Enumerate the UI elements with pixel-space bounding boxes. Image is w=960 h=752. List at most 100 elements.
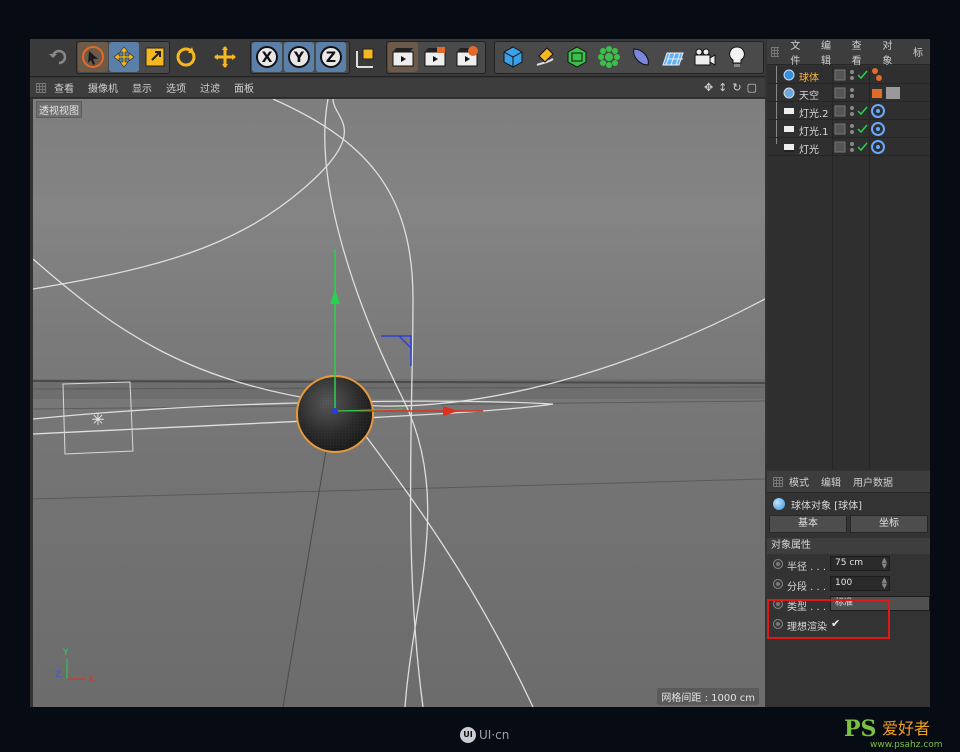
light-icon (784, 144, 794, 152)
viewport-scene: ✳ Y X Z (33, 99, 765, 707)
menu-view[interactable]: 查看 (852, 37, 869, 67)
attribute-menu: 模式 编辑 用户数据 (767, 471, 930, 493)
pen-icon[interactable] (530, 42, 560, 72)
param-label: 半径 . . . (787, 562, 827, 573)
menu-mode[interactable]: 模式 (789, 474, 809, 489)
menu-panel[interactable]: 面板 (234, 80, 254, 95)
gizmo-y-arrow[interactable] (330, 289, 340, 304)
render-settings-icon[interactable] (452, 42, 482, 72)
ps-url: www.psahz.com (870, 740, 943, 750)
param-label: 分段 . . . (787, 582, 827, 593)
y-axis-icon[interactable]: Y (284, 42, 314, 72)
orbit-icon[interactable]: ↻ (732, 81, 741, 94)
cube-icon[interactable] (498, 42, 528, 72)
menu-tags[interactable]: 标 (913, 44, 923, 59)
floor-icon[interactable] (658, 42, 688, 72)
object-name[interactable]: 球体 (799, 69, 819, 84)
render-view-icon[interactable] (388, 42, 418, 72)
radius-field[interactable]: 75 cm ▲ ▼ (830, 556, 890, 571)
main-toolbar: X Y Z (30, 39, 765, 77)
perspective-viewport[interactable]: ✳ Y X Z 透视视图 网格间距: 1000 cm (33, 99, 765, 707)
grip-handle-icon[interactable] (36, 82, 46, 93)
menu-view[interactable]: 查看 (54, 80, 74, 95)
material-tag-icon[interactable] (870, 67, 890, 83)
z-axis-icon[interactable]: Z (316, 42, 346, 72)
pan-icon[interactable]: ✥ (704, 81, 713, 94)
subdivision-icon[interactable] (562, 42, 592, 72)
move-icon[interactable] (109, 42, 139, 72)
tab-basic[interactable]: 基本 (769, 515, 847, 533)
axis-indicator-x-label: X (88, 675, 94, 685)
menu-objects[interactable]: 对象 (882, 37, 899, 67)
viewport-nav-controls: ✥ ↕ ↻ ▢ (704, 81, 757, 94)
render-picture-icon[interactable] (420, 42, 450, 72)
maximize-icon[interactable]: ▢ (747, 81, 757, 94)
spinner-icon[interactable]: ▲ ▼ (882, 577, 887, 590)
visibility-toggles[interactable] (834, 122, 870, 136)
keyframe-radio[interactable] (773, 579, 783, 589)
viewport-menu-bar: 查看 摄像机 显示 选项 过滤 面板 ✥ ↕ ↻ ▢ (30, 78, 765, 98)
target-tag-icon[interactable] (870, 103, 886, 119)
cloner-icon[interactable] (594, 42, 624, 72)
light-icon[interactable] (722, 42, 752, 72)
sky-wire-arc (352, 418, 534, 707)
tab-coord[interactable]: 坐标 (850, 515, 928, 533)
z-axis-letter: Z (326, 50, 336, 66)
menu-options[interactable]: 选项 (166, 80, 186, 95)
object-row-light-2[interactable]: 灯光.2 (767, 102, 930, 120)
deformer-icon[interactable] (626, 42, 656, 72)
sky-tag-icons[interactable] (870, 85, 906, 101)
sky-icon (783, 87, 795, 99)
spinner-icon[interactable]: ▲ ▼ (882, 557, 887, 570)
c4d-app-window: X Y Z 查看 摄像机 显示 选项 过滤 面板 ✥ ↕ ↻ ▢ ✳ Y X Z… (30, 39, 930, 707)
object-name[interactable]: 天空 (799, 87, 819, 102)
object-row-light[interactable]: 灯光 (767, 138, 930, 156)
menu-file[interactable]: 文件 (790, 37, 807, 67)
attribute-manager: 模式 编辑 用户数据 球体对象 [球体] 基本 坐标 对象属性 半径 . . .… (767, 471, 930, 707)
object-name[interactable]: 灯光.1 (799, 123, 829, 138)
grip-handle-icon[interactable] (771, 46, 780, 57)
camera-icon[interactable] (690, 42, 720, 72)
object-name[interactable]: 灯光 (799, 141, 819, 156)
coord-system-icon[interactable] (350, 42, 380, 72)
menu-camera[interactable]: 摄像机 (88, 80, 118, 95)
visibility-toggles[interactable] (834, 68, 870, 82)
rotate-icon[interactable] (171, 42, 201, 72)
x-axis-icon[interactable]: X (252, 42, 282, 72)
target-tag-icon[interactable] (870, 121, 886, 137)
object-name[interactable]: 灯光.2 (799, 105, 829, 120)
visibility-toggles[interactable] (834, 104, 870, 118)
menu-filter[interactable]: 过滤 (200, 80, 220, 95)
grip-handle-icon[interactable] (773, 476, 783, 487)
menu-user-data[interactable]: 用户数据 (853, 474, 893, 489)
light-icon (784, 126, 794, 132)
sky-wire-arc (33, 99, 346, 290)
y-axis-letter: Y (293, 50, 305, 66)
section-object-properties: 对象属性 (767, 538, 930, 554)
live-select-icon[interactable] (78, 42, 108, 72)
segments-field[interactable]: 100 ▲ ▼ (830, 576, 890, 591)
undo-icon[interactable] (44, 42, 74, 72)
param-radius: 半径 . . . 75 cm ▲ ▼ (767, 554, 930, 574)
object-row-light-1[interactable]: 灯光.1 (767, 120, 930, 138)
dolly-icon[interactable]: ↕ (718, 81, 727, 94)
target-tag-icon[interactable] (870, 139, 886, 155)
highlight-box (767, 599, 890, 639)
scale-icon[interactable] (140, 42, 170, 72)
gizmo-center[interactable] (332, 408, 338, 414)
object-row-sphere[interactable]: 球体 (767, 66, 930, 84)
menu-edit[interactable]: 编辑 (821, 474, 841, 489)
object-row-sky[interactable]: 天空 (767, 84, 930, 102)
menu-edit[interactable]: 编辑 (821, 37, 838, 67)
gizmo-x-arrow[interactable] (443, 406, 458, 416)
move-alt-icon[interactable] (210, 42, 240, 72)
viewport-label: 透视视图 (36, 101, 82, 118)
menu-display[interactable]: 显示 (132, 80, 152, 95)
keyframe-radio[interactable] (773, 559, 783, 569)
visibility-toggles[interactable] (834, 140, 870, 154)
visibility-toggles[interactable] (834, 86, 870, 100)
ps-text: 爱好者 (882, 719, 930, 738)
uicn-watermark: UI UI·cn (460, 727, 509, 743)
right-panel: 文件 编辑 查看 对象 标 球体 天空 灯光.2 灯光.1 灯光 模式 编辑 用… (767, 39, 930, 707)
attribute-title-text: 球体对象 [球体] (791, 500, 862, 512)
